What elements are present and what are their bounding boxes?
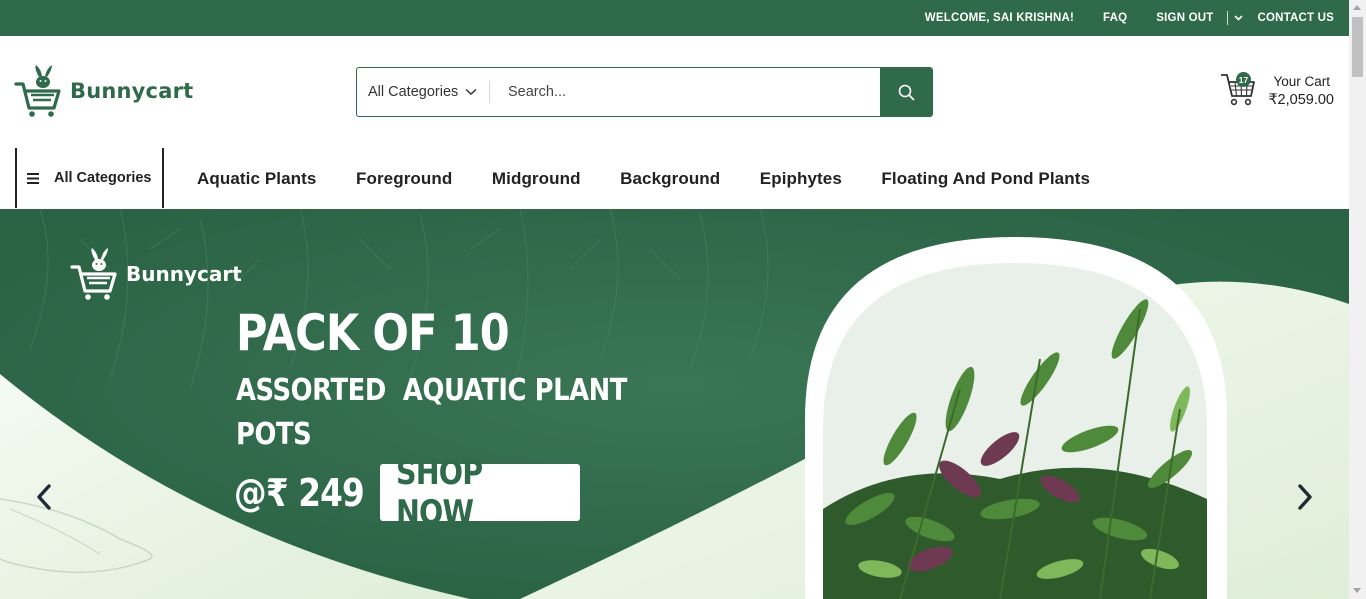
header: Bunnycart All Categories 17 — [0, 36, 1349, 148]
banner-price: @₹ 249 — [234, 471, 365, 515]
all-categories-label: All Categories — [54, 170, 152, 186]
bunny-cart-logo-icon — [70, 248, 117, 300]
logo-wordmark: Bunnycart — [70, 79, 194, 103]
main-nav: All Categories Aquatic Plants Foreground… — [0, 148, 1349, 209]
nav-link-foreground[interactable]: Foreground — [356, 169, 452, 189]
all-categories-menu-button[interactable]: All Categories — [15, 148, 164, 208]
search-input[interactable] — [490, 68, 880, 116]
search-icon — [898, 84, 914, 100]
nav-links: Aquatic Plants Foreground Midground Back… — [197, 148, 1130, 209]
contact-us-link[interactable]: CONTACT US — [1257, 12, 1334, 24]
top-bar-divider — [1227, 11, 1229, 25]
carousel-next-button[interactable] — [1293, 481, 1317, 513]
cart-label: Your Cart — [1273, 74, 1330, 89]
site-logo[interactable]: Bunnycart — [14, 64, 193, 118]
nav-link-aquatic-plants[interactable]: Aquatic Plants — [197, 169, 316, 189]
banner-logo: Bunnycart — [70, 247, 242, 301]
nav-link-midground[interactable]: Midground — [492, 169, 581, 189]
banner-subtitle-line2: POTS — [236, 417, 312, 452]
scrollbar-thumb[interactable] — [1352, 17, 1363, 77]
faq-link[interactable]: FAQ — [1103, 12, 1127, 24]
welcome-text: WELCOME, SAI KRISHNA! — [924, 12, 1075, 24]
chevron-left-icon — [37, 484, 51, 510]
chevron-right-icon — [1298, 484, 1312, 510]
page: WELCOME, SAI KRISHNA! FAQ SIGN OUT CONTA… — [0, 0, 1366, 599]
top-bar: WELCOME, SAI KRISHNA! FAQ SIGN OUT CONTA… — [0, 0, 1349, 36]
page-scrollbar[interactable] — [1349, 0, 1366, 599]
banner-subtitle: ASSORTED AQUATIC PLANT POTS — [236, 369, 627, 457]
scroll-down-arrow[interactable] — [1353, 588, 1361, 593]
chevron-down-icon — [465, 88, 477, 96]
category-select-value: All Categories — [368, 84, 459, 100]
shop-now-button[interactable]: SHOP NOW — [380, 453, 580, 533]
bunny-cart-logo-icon — [14, 65, 61, 117]
nav-link-background[interactable]: Background — [620, 169, 720, 189]
hamburger-icon — [27, 172, 39, 184]
cart-total: ₹2,059.00 — [1268, 92, 1334, 108]
sign-out-link[interactable]: SIGN OUT — [1156, 12, 1213, 24]
banner-logo-wordmark: Bunnycart — [126, 262, 242, 286]
carousel-prev-button[interactable] — [32, 481, 56, 513]
banner-subtitle-line1: ASSORTED AQUATIC PLANT — [236, 373, 627, 408]
nav-link-epiphytes[interactable]: Epiphytes — [760, 169, 842, 189]
search-bar: All Categories — [356, 67, 933, 117]
chevron-down-icon[interactable] — [1234, 15, 1244, 21]
cart-count-badge: 17 — [1236, 72, 1251, 87]
hero-banner[interactable]: Bunnycart PACK OF 10 ASSORTED AQUATIC PL… — [0, 209, 1349, 599]
search-button[interactable] — [880, 68, 932, 116]
cart-widget[interactable]: 17 Your Cart ₹2,059.00 — [1220, 69, 1336, 113]
shop-now-label: SHOP NOW — [396, 452, 483, 533]
scroll-up-arrow[interactable] — [1353, 5, 1361, 10]
category-select[interactable]: All Categories — [357, 68, 489, 116]
nav-link-floating-and-pond-plants[interactable]: Floating And Pond Plants — [881, 169, 1090, 189]
banner-title: PACK OF 10 — [236, 304, 510, 362]
